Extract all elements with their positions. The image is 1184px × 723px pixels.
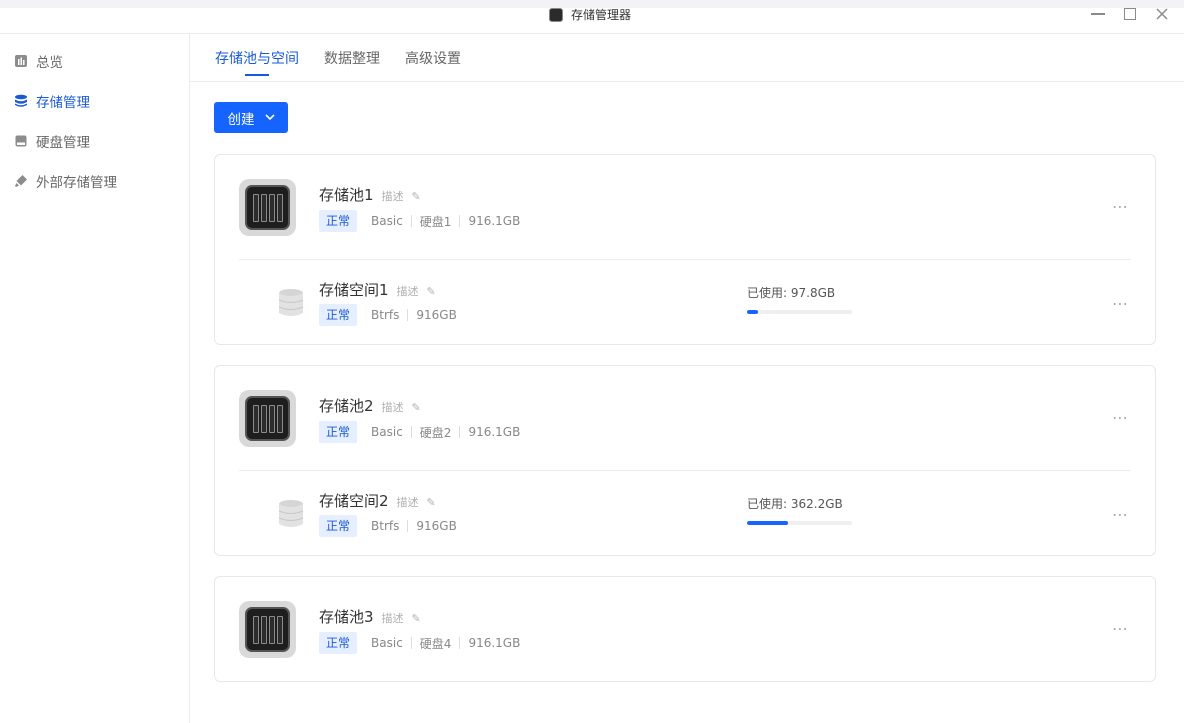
tab-bar: 存储池与空间 数据整理 高级设置 [190,34,1184,82]
pool-size: 916.1GB [468,636,521,650]
edit-icon[interactable]: ✎ [427,285,436,298]
sidebar-item-label: 总览 [36,55,63,71]
minimize-button[interactable] [1087,4,1109,24]
volume-usage-fill [747,310,759,314]
sidebar: 总览 存储管理 硬盘管理 外部存储管理 [0,34,190,723]
sidebar-item-external[interactable]: 外部存储管理 [14,170,117,192]
status-badge: 正常 [319,210,358,232]
divider [239,259,1131,260]
maximize-icon [1124,8,1136,20]
divider [239,470,1131,471]
sidebar-item-label: 硬盘管理 [36,135,90,151]
volume-usage-bar [747,310,852,314]
chevron-down-icon [264,114,275,121]
tab-pools-and-volumes[interactable]: 存储池与空间 [215,48,299,68]
volume-size: 916GB [416,519,457,533]
volume-size: 916GB [416,308,457,322]
sidebar-item-disks[interactable]: 硬盘管理 [14,130,90,152]
status-badge: 正常 [319,304,358,326]
pool-name: 存储池1 [319,186,374,204]
edit-icon[interactable]: ✎ [412,612,421,625]
status-badge: 正常 [319,515,358,537]
more-options-icon[interactable]: ⋯ [1112,197,1129,216]
nas-pool-icon [239,179,296,236]
app-title-group: 存储管理器 [549,6,631,23]
more-options-icon[interactable]: ⋯ [1112,619,1129,638]
pool-card: 存储池2 描述 ✎ 正常 Basic 硬盘2 916.1GB ⋯ 存储空间2 描… [214,365,1156,556]
volume-name: 存储空间2 [319,492,389,510]
sidebar-item-label: 存储管理 [36,95,90,111]
window-title: 存储管理器 [571,8,632,22]
pool-size: 916.1GB [468,214,521,228]
nas-pool-icon [239,390,296,447]
status-badge: 正常 [319,632,358,654]
volume-usage-bar [747,521,852,525]
volume-usage-label: 已使用: 362.2GB [747,497,843,511]
sidebar-item-storage[interactable]: 存储管理 [14,90,90,112]
disk-icon [15,135,27,147]
pool-raid-type: Basic [371,425,403,439]
pool-card: 存储池3 描述 ✎ 正常 Basic 硬盘4 916.1GB ⋯ [214,576,1156,682]
active-tab-indicator [245,74,269,76]
more-options-icon[interactable]: ⋯ [1112,294,1129,313]
volume-icon [278,500,304,527]
volume-filesystem: Btrfs [371,519,400,533]
database-icon [15,94,27,107]
volume-usage-label: 已使用: 97.8GB [747,286,836,300]
more-options-icon[interactable]: ⋯ [1112,505,1129,524]
create-button-label: 创建 [227,111,255,128]
sidebar-item-label: 外部存储管理 [36,175,117,191]
pool-raid-type: Basic [371,214,403,228]
status-badge: 正常 [319,421,358,443]
tab-data-cleanup[interactable]: 数据整理 [324,48,380,68]
close-icon [1156,8,1168,20]
pool-name: 存储池2 [319,397,374,415]
pool-disks: 硬盘4 [419,636,452,651]
pool-description[interactable]: 描述 [382,610,404,626]
volume-description[interactable]: 描述 [397,283,419,299]
volume-icon [278,289,304,316]
pool-disks: 硬盘2 [419,425,452,440]
pool-size: 916.1GB [468,425,521,439]
sidebar-item-overview[interactable]: 总览 [14,50,63,72]
pool-name: 存储池3 [319,608,374,626]
minimize-icon [1091,13,1105,15]
pool-card: 存储池1 描述 ✎ 正常 Basic 硬盘1 916.1GB ⋯ 存储空间1 描… [214,154,1156,345]
volume-description[interactable]: 描述 [397,494,419,510]
more-options-icon[interactable]: ⋯ [1112,408,1129,427]
volume-usage-fill [747,521,789,525]
close-button[interactable] [1151,4,1173,24]
pool-raid-type: Basic [371,636,403,650]
edit-icon[interactable]: ✎ [412,190,421,203]
pool-description[interactable]: 描述 [382,399,404,415]
edit-icon[interactable]: ✎ [412,401,421,414]
volume-name: 存储空间1 [319,281,389,299]
volume-filesystem: Btrfs [371,308,400,322]
pool-description[interactable]: 描述 [382,188,404,204]
chart-icon [15,55,27,67]
app-icon [549,7,563,22]
edit-icon[interactable]: ✎ [427,496,436,509]
title-bar: 存储管理器 [0,0,1184,34]
create-button[interactable]: 创建 [214,102,288,133]
nas-pool-icon [239,601,296,658]
pool-disks: 硬盘1 [419,214,452,229]
tab-advanced-settings[interactable]: 高级设置 [405,48,461,68]
usb-icon [15,175,27,187]
maximize-button[interactable] [1119,4,1141,24]
